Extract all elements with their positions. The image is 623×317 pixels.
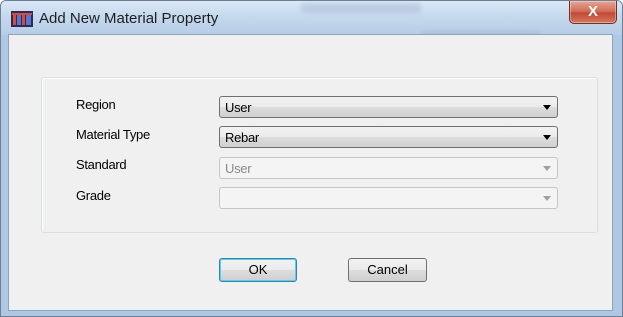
background-blur <box>301 3 421 13</box>
chevron-down-icon <box>543 135 551 140</box>
ok-button[interactable]: OK <box>219 258 297 282</box>
chevron-down-icon <box>543 196 551 201</box>
grade-dropdown[interactable] <box>219 187 558 209</box>
window-title: Add New Material Property <box>39 10 219 27</box>
close-button[interactable]: X <box>569 1 617 24</box>
material-type-value: Rebar <box>225 130 259 145</box>
grade-label: Grade <box>76 188 111 203</box>
cancel-button[interactable]: Cancel <box>348 258 427 282</box>
region-value: User <box>225 100 252 115</box>
material-type-label: Material Type <box>76 127 150 142</box>
standard-label: Standard <box>76 157 127 172</box>
region-dropdown[interactable]: User <box>219 96 558 118</box>
standard-value: User <box>225 161 252 176</box>
region-label: Region <box>76 97 116 112</box>
standard-dropdown[interactable]: User <box>219 157 558 179</box>
chevron-down-icon <box>543 105 551 110</box>
title-bar[interactable]: Add New Material Property X <box>1 1 622 37</box>
app-icon <box>11 11 33 27</box>
material-type-dropdown[interactable]: Rebar <box>219 126 558 148</box>
chevron-down-icon <box>543 166 551 171</box>
